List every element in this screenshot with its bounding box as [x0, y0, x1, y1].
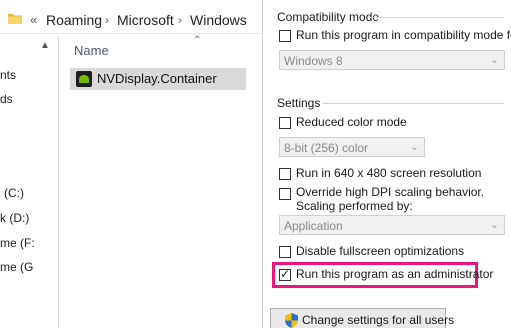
group-divider	[369, 17, 504, 18]
file-row-selected[interactable]: NVDisplay.Container	[70, 68, 246, 90]
breadcrumb-windows[interactable]: Windows	[190, 12, 247, 28]
compatibility-properties-panel: Compatibility mode Run this program in c…	[262, 0, 511, 328]
reduced-color-checkbox[interactable]	[279, 117, 291, 129]
high-dpi-label-sub[interactable]: Scaling performed by:	[296, 199, 413, 213]
group-title-compatibility: Compatibility mode	[277, 10, 380, 24]
column-header-name[interactable]: Name	[74, 43, 109, 58]
dpi-scaling-dropdown[interactable]: Application ⌄	[279, 215, 505, 235]
uac-shield-icon	[285, 313, 298, 328]
compat-os-dropdown[interactable]: Windows 8 ⌄	[279, 50, 505, 70]
folder-icon	[8, 14, 22, 24]
nav-item[interactable]: nts	[0, 68, 16, 82]
breadcrumb-microsoft[interactable]: Microsoft	[117, 12, 174, 28]
navigation-pane: nts ds (C:) k (D:) me (F: me (G	[0, 36, 58, 328]
address-bar[interactable]: « Roaming › Microsoft › Windows	[0, 4, 262, 34]
run-as-admin-checkbox[interactable]	[279, 267, 291, 281]
reduced-color-label[interactable]: Reduced color mode	[296, 115, 407, 129]
change-settings-all-users-button[interactable]: Change settings for all users	[270, 308, 454, 328]
dpi-scaling-value: Application	[284, 219, 343, 233]
chevron-down-icon: ⌄	[409, 141, 419, 153]
compat-mode-checkbox[interactable]	[279, 30, 291, 42]
high-dpi-label[interactable]: Override high DPI scaling behavior.	[296, 185, 484, 199]
group-title-settings: Settings	[277, 96, 321, 110]
nav-item-drive-d[interactable]: k (D:)	[0, 211, 29, 225]
file-name: NVDisplay.Container	[97, 71, 217, 86]
high-dpi-checkbox[interactable]	[279, 188, 291, 200]
compat-mode-label[interactable]: Run this program in compatibility mode f…	[296, 28, 511, 42]
nav-item-drive-g[interactable]: me (G	[0, 260, 33, 274]
chevron-down-icon: ⌄	[489, 54, 499, 66]
pane-divider[interactable]	[58, 36, 59, 328]
nav-item[interactable]: ds	[0, 92, 13, 106]
run-as-admin-label[interactable]: Run this program as an administrator	[296, 267, 493, 281]
nav-item-drive-c[interactable]: (C:)	[4, 186, 24, 200]
nav-item-drive-f[interactable]: me (F:	[0, 236, 35, 250]
resolution-640-checkbox[interactable]	[279, 168, 291, 180]
change-settings-label: Change settings for all users	[302, 313, 455, 327]
breadcrumb-separator[interactable]: ›	[178, 13, 182, 27]
file-explorer: « Roaming › Microsoft › Windows nts ds (…	[0, 0, 262, 328]
chevron-down-icon: ⌄	[489, 219, 499, 231]
sort-ascending-icon: ⌃	[193, 35, 202, 46]
group-divider	[323, 103, 504, 104]
color-depth-value: 8-bit (256) color	[284, 141, 369, 155]
fullscreen-opt-checkbox[interactable]	[279, 246, 291, 258]
breadcrumb-overflow[interactable]: «	[30, 12, 37, 27]
scroll-up-icon[interactable]: ▲	[40, 40, 50, 51]
breadcrumb-roaming[interactable]: Roaming	[46, 12, 102, 28]
resolution-640-label[interactable]: Run in 640 x 480 screen resolution	[296, 166, 481, 180]
color-depth-dropdown[interactable]: 8-bit (256) color ⌄	[279, 137, 425, 157]
compat-os-value: Windows 8	[284, 54, 343, 68]
fullscreen-opt-label[interactable]: Disable fullscreen optimizations	[296, 244, 464, 258]
breadcrumb-separator[interactable]: ›	[105, 13, 109, 27]
nvidia-app-icon	[76, 71, 92, 87]
